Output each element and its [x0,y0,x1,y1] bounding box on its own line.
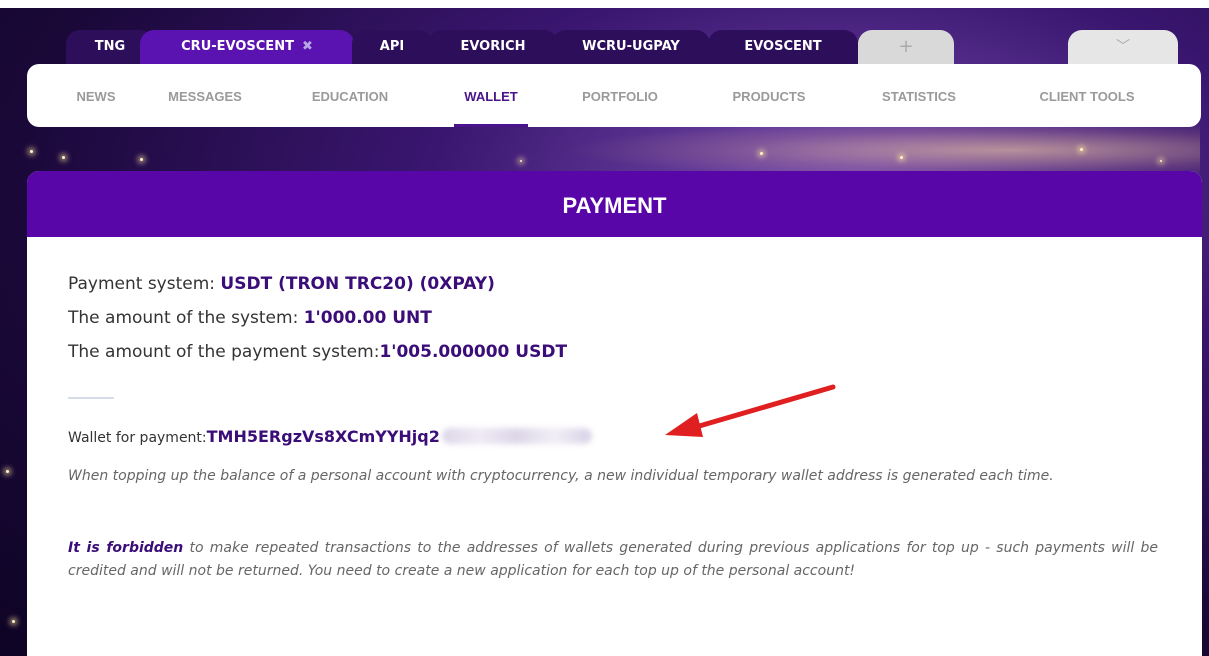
tab-label: CRU-EVOSCENT [181,39,294,54]
nav-client-tools[interactable]: CLIENT TOOLS [1031,64,1143,127]
payment-title: PAYMENT [27,171,1202,237]
nav-education[interactable]: EDUCATION [295,64,405,127]
nav-products[interactable]: PRODUCTS [721,64,817,127]
nav-news[interactable]: NEWS [71,64,121,127]
label: Wallet for payment: [68,430,207,446]
payment-system-value: USDT (TRON TRC20) (0XPAY) [220,274,495,294]
temporary-wallet-note: When topping up the balance of a persona… [68,468,1054,484]
sparkle [760,152,763,155]
amount-system-line: The amount of the system: 1'000.00 UNT [68,308,432,328]
tab-evoscent[interactable]: EVOSCENT [708,30,858,64]
more-tabs-button[interactable]: ﹀ [1068,30,1178,64]
tab-label: API [379,39,405,54]
nav-statistics[interactable]: STATISTICS [869,64,969,127]
wallet-line: Wallet for payment:TMH5ERgzVs8XCmYYHjq2 [68,427,592,446]
tab-label: WCRU-UGPAY [582,39,680,54]
sparkle [30,150,33,153]
tab-wcru-ugpay[interactable]: WCRU-UGPAY [552,30,710,64]
payment-card: PAYMENT Payment system: USDT (TRON TRC20… [27,171,1202,656]
forbidden-label: It is forbidden [68,540,184,556]
section-nav: NEWS MESSAGES EDUCATION WALLET PORTFOLIO… [27,64,1201,127]
tab-label: TNG [94,39,126,54]
label: Payment system: [68,274,221,294]
sparkle [900,156,903,159]
tab-label: EVOSCENT [744,39,822,54]
divider [68,397,114,399]
redacted-address-part [441,428,592,444]
sparkle [520,160,522,162]
nav-messages[interactable]: MESSAGES [157,64,253,127]
label: The amount of the payment system: [68,342,380,362]
amount-payment-system-value: 1'005.000000 USDT [379,342,568,362]
nav-wallet[interactable]: WALLET [454,64,528,127]
amount-payment-system-line: The amount of the payment system:1'005.0… [68,342,567,362]
add-tab-button[interactable]: + [858,30,954,64]
sparkle [12,620,15,623]
top-strip [0,0,1209,8]
forbidden-text: to make repeated transactions to the add… [68,540,1158,579]
amount-system-value: 1'000.00 UNT [303,308,432,328]
sparkle [140,158,143,161]
tab-label: EVORICH [460,39,526,54]
tab-api[interactable]: API [352,30,432,64]
red-arrow-annotation [665,384,836,437]
sparkle [1080,148,1083,151]
sparkle [1160,160,1162,162]
close-icon[interactable]: ✖ [302,39,313,54]
tab-cru-evoscent[interactable]: CRU-EVOSCENT ✖ [140,30,354,64]
wallet-address[interactable]: TMH5ERgzVs8XCmYYHjq2 [207,427,440,446]
label: The amount of the system: [68,308,304,328]
tab-evorich[interactable]: EVORICH [428,30,558,64]
nav-portfolio[interactable]: PORTFOLIO [573,64,667,127]
sparkle [62,156,65,159]
chevron-down-icon: ﹀ [1116,39,1130,55]
plus-icon: + [898,36,914,57]
forbidden-note: It is forbidden to make repeated transac… [68,537,1158,583]
payment-system-line: Payment system: USDT (TRON TRC20) (0XPAY… [68,274,495,294]
sparkle [6,470,9,473]
